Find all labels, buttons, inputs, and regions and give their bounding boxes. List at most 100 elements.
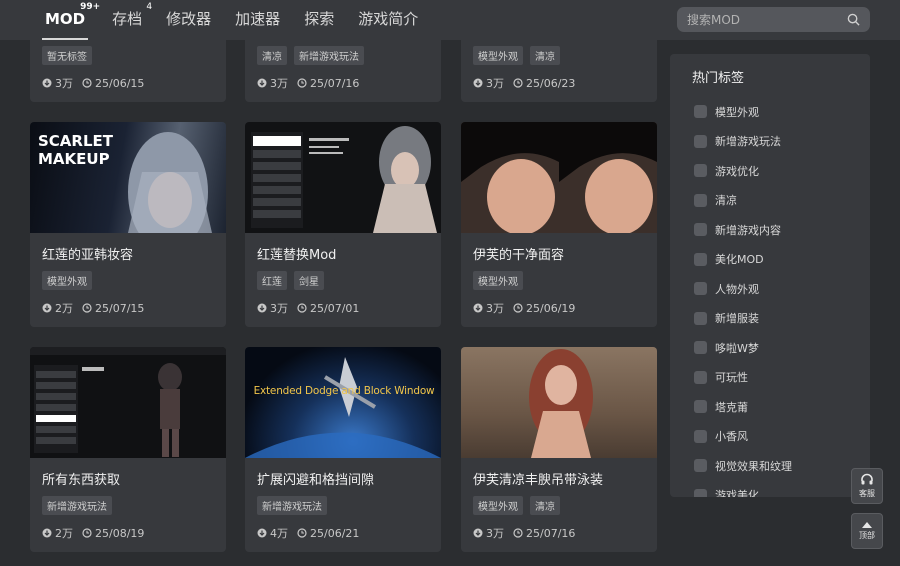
checkbox[interactable] [694,164,707,178]
mod-title[interactable]: 伊芙清凉丰腴吊带泳装 [473,469,603,488]
checkbox[interactable] [694,488,707,497]
mod-title[interactable]: 红莲的亚韩妆容 [42,244,133,263]
nav-tab-saves[interactable]: 存档 4 [112,0,152,40]
checkbox[interactable] [694,400,707,414]
checkbox[interactable] [694,282,707,296]
checkbox[interactable] [694,311,707,325]
tag-filter-item[interactable]: 模型外观 [694,97,792,127]
tag[interactable]: 新增游戏玩法 [42,496,112,515]
download-count: 2万 [55,527,73,540]
tag[interactable]: 清凉 [257,46,287,65]
search-input[interactable] [687,12,837,27]
tag-list: 红莲 剑星 [257,271,331,290]
tag[interactable]: 模型外观 [42,271,92,290]
mod-card[interactable]: 所有东西获取 新增游戏玩法 2万 25/08/19 [30,347,226,552]
download-count: 2万 [55,302,73,315]
mod-card[interactable]: Extended Dodge and Block Window 扩展闪避和格挡间… [245,347,441,552]
tag-filter-item[interactable]: 清凉 [694,186,792,216]
mod-card[interactable]: 伊芙清凉丰腴吊带泳装 模型外观 清凉 3万 25/07/16 [461,347,657,552]
count-badge: 4 [146,2,153,12]
download-icon [473,303,483,313]
download-count: 3万 [486,77,504,90]
download-count: 3万 [486,302,504,315]
tag[interactable]: 模型外观 [473,496,523,515]
tag-filter-label: 清凉 [715,194,737,208]
mod-card[interactable]: 红莲替换Mod 红莲 剑星 3万 25/07/01 [245,122,441,327]
tag[interactable]: 红莲 [257,271,287,290]
tag-filter-item[interactable]: 游戏美化 [694,481,792,497]
nav-tab-explore[interactable]: 探索 [304,0,334,40]
download-icon [42,528,52,538]
tag-filter-item[interactable]: 视觉效果和纹理 [694,451,792,481]
tag-filter-item[interactable]: 新增游戏内容 [694,215,792,245]
tag-filter-list: 模型外观 新增游戏玩法 游戏优化 清凉 新增游戏内容 美化MOD 人物外观 新增… [694,97,792,497]
mod-meta: 2万 25/07/15 [42,300,144,316]
mod-card-grid: 暂无标签 3万 25/06/15 清凉 新增游戏玩法 3万 25/07/16 模… [30,0,660,566]
tag-filter-item[interactable]: 游戏优化 [694,156,792,186]
download-count: 3万 [270,77,288,90]
checkbox[interactable] [694,459,707,473]
tag[interactable]: 清凉 [530,46,560,65]
nav-tab-game-intro[interactable]: 游戏简介 [358,0,418,40]
tag-filter-item[interactable]: 新增服装 [694,304,792,334]
customer-service-button[interactable]: 客服 [851,468,883,504]
mod-title[interactable]: 所有东西获取 [42,469,120,488]
game-menu-screenshot [251,126,437,233]
thumbnail-caption: SCARLET MAKEUP [38,132,114,168]
download-icon [473,78,483,88]
tag-filter-item[interactable]: 人物外观 [694,274,792,304]
nav-tab-accelerator[interactable]: 加速器 [235,0,280,40]
hot-tags-panel: 热门标签 模型外观 新增游戏玩法 游戏优化 清凉 新增游戏内容 美化MOD 人物… [670,54,870,497]
tag-filter-item[interactable]: 新增游戏玩法 [694,127,792,157]
checkbox[interactable] [694,341,707,355]
mod-card[interactable]: SCARLET MAKEUP 红莲的亚韩妆容 模型外观 2万 25/07/15 [30,122,226,327]
checkbox[interactable] [694,134,707,148]
mod-title[interactable]: 红莲替换Mod [257,244,336,263]
float-button-label: 客服 [859,489,875,498]
tag[interactable]: 剑星 [294,271,324,290]
tag-filter-item[interactable]: 美化MOD [694,245,792,275]
clock-icon [297,303,307,313]
game-menu-screenshot [30,347,226,457]
count-badge: 99+ [80,2,101,12]
tag[interactable]: 模型外观 [473,46,523,65]
checkbox[interactable] [694,105,707,119]
checkbox[interactable] [694,370,707,384]
tag-filter-label: 新增游戏内容 [715,223,781,237]
mod-meta: 3万 25/06/19 [473,300,575,316]
tag[interactable]: 新增游戏玩法 [257,496,327,515]
search-icon[interactable] [847,13,860,26]
back-to-top-button[interactable]: 顶部 [851,513,883,549]
mod-title[interactable]: 伊芙的干净面容 [473,244,564,263]
tag-filter-item[interactable]: 哆啦W梦 [694,333,792,363]
tag[interactable]: 暂无标签 [42,46,92,65]
space-battle-image [245,357,441,458]
nav-tab-mod[interactable]: MOD 99+ [42,0,100,40]
mod-card[interactable]: 伊芙的干净面容 模型外观 3万 25/06/19 [461,122,657,327]
tag-filter-item[interactable]: 塔克莆 [694,392,792,422]
tag-filter-label: 塔克莆 [715,400,748,414]
checkbox[interactable] [694,252,707,266]
tag-filter-label: 新增服装 [715,312,759,326]
checkbox[interactable] [694,429,707,443]
tag[interactable]: 清凉 [530,496,560,515]
checkbox[interactable] [694,223,707,237]
tag-list: 新增游戏玩法 [42,496,119,515]
publish-date: 25/07/15 [95,301,145,315]
search-box [677,7,870,32]
tag-filter-label: 人物外观 [715,282,759,296]
tag[interactable]: 新增游戏玩法 [294,46,364,65]
clock-icon [82,78,92,88]
tag-filter-item[interactable]: 小香风 [694,422,792,452]
download-icon [473,528,483,538]
tag[interactable]: 模型外观 [473,271,523,290]
face-comparison-image [461,122,657,233]
headset-icon [861,473,873,485]
checkbox[interactable] [694,193,707,207]
tag-list: 清凉 新增游戏玩法 [257,46,371,65]
tag-filter-item[interactable]: 可玩性 [694,363,792,393]
mod-title[interactable]: 扩展闪避和格挡间隙 [257,469,374,488]
nav-tab-trainer[interactable]: 修改器 [166,0,211,40]
tag-filter-label: 游戏优化 [715,164,759,178]
download-count: 3万 [486,527,504,540]
